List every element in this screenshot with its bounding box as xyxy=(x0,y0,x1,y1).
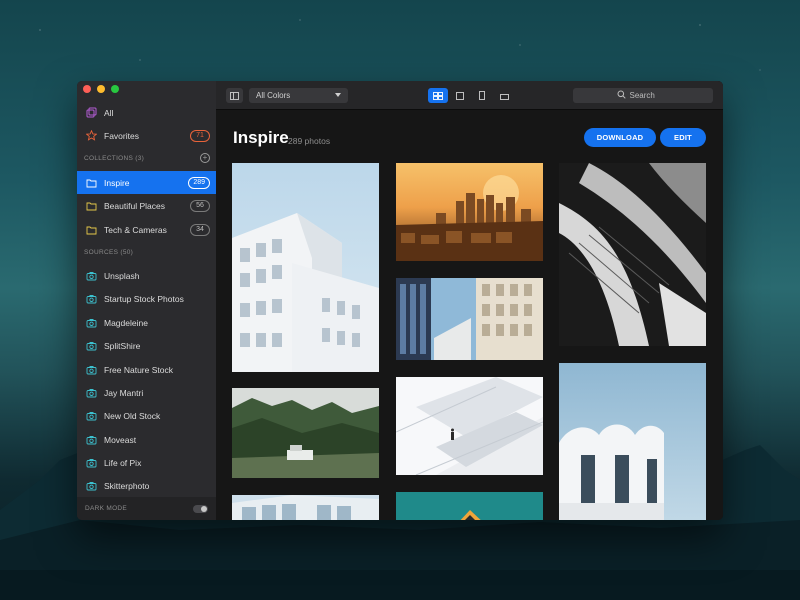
sidebar-item-beautiful-places[interactable]: Beautiful Places 56 xyxy=(77,194,216,217)
folder-icon xyxy=(85,200,97,212)
sidebar-footer: DARK MODE xyxy=(77,497,216,520)
photo-thumbnail-white-arches[interactable] xyxy=(559,363,706,520)
sidebar-source-free-nature-stock[interactable]: Free Nature Stock xyxy=(77,358,216,381)
sidebar-item-label: Tech & Cameras xyxy=(104,224,167,235)
download-button[interactable]: DOWNLOAD xyxy=(584,128,656,147)
camera-icon xyxy=(85,340,97,352)
collection-count-badge: 289 xyxy=(188,176,210,189)
chevron-down-icon xyxy=(335,93,341,97)
camera-icon xyxy=(85,364,97,376)
sidebar-item-label: New Old Stock xyxy=(104,410,161,421)
sidebar-source-startup-stock-photos[interactable]: Startup Stock Photos xyxy=(77,287,216,310)
sidebar-source-new-old-stock[interactable]: New Old Stock xyxy=(77,404,216,427)
sidebar-source-unsplash[interactable]: Unsplash xyxy=(77,264,216,287)
photo-thumbnail-teal-roof[interactable] xyxy=(396,492,543,520)
photo-thumbnail-green-hills[interactable] xyxy=(232,388,379,478)
camera-icon xyxy=(85,270,97,282)
app-window: All Favorites 71 COLLECTIONS (3) + Inspi… xyxy=(77,81,723,520)
photo-thumbnail-city-sunset[interactable] xyxy=(396,163,543,261)
sidebar-item-label: Favorites xyxy=(104,130,139,141)
sidebar-item-all[interactable]: All xyxy=(77,101,216,124)
sidebar-toggle-icon xyxy=(230,87,239,105)
toolbar: All Colors xyxy=(216,81,723,110)
dark-mode-toggle[interactable] xyxy=(193,504,208,513)
favorites-count-badge: 71 xyxy=(190,129,210,142)
view-mode-group xyxy=(428,88,514,103)
sidebar-item-label: Life of Pix xyxy=(104,457,142,468)
minimize-window-button[interactable] xyxy=(97,85,105,93)
photo-thumbnail-white-stairs[interactable] xyxy=(396,377,543,475)
landscape-view-icon xyxy=(499,87,509,105)
photo-count: 289 photos xyxy=(288,136,331,146)
photo-thumbnail-blue-towers[interactable] xyxy=(396,278,543,360)
sidebar-item-inspire[interactable]: Inspire 289 xyxy=(77,171,216,194)
sidebar-item-favorites[interactable]: Favorites 71 xyxy=(77,124,216,147)
folder-icon xyxy=(85,224,97,236)
window-controls xyxy=(83,85,119,93)
add-collection-button[interactable]: + xyxy=(200,153,210,163)
sidebar-item-label: Beautiful Places xyxy=(104,200,165,211)
camera-icon xyxy=(85,457,97,469)
sidebar-source-magdeleine[interactable]: Magdeleine xyxy=(77,311,216,334)
view-grid-button[interactable] xyxy=(428,88,448,103)
sidebar-source-jay-mantri[interactable]: Jay Mantri xyxy=(77,381,216,404)
collection-count-badge: 56 xyxy=(190,199,210,212)
sidebar-item-label: Skitterphoto xyxy=(104,480,150,491)
sidebar-item-label: Jay Mantri xyxy=(104,387,144,398)
dark-mode-label: DARK MODE xyxy=(85,505,128,512)
main-content: All Colors I xyxy=(216,81,723,520)
search-input[interactable] xyxy=(629,91,670,100)
photo-thumbnail-glass-building[interactable] xyxy=(232,495,379,520)
star-icon xyxy=(85,130,97,142)
sidebar-item-tech-cameras[interactable]: Tech & Cameras 34 xyxy=(77,218,216,241)
color-filter-value: All Colors xyxy=(256,91,291,100)
plus-icon: + xyxy=(202,153,208,162)
sidebar-item-label: All xyxy=(104,107,114,118)
camera-icon xyxy=(85,317,97,329)
photo-thumbnail-white-building[interactable] xyxy=(232,163,379,372)
camera-icon xyxy=(85,387,97,399)
edit-button[interactable]: EDIT xyxy=(660,128,706,147)
camera-icon xyxy=(85,480,97,492)
collection-count-badge: 34 xyxy=(190,223,210,236)
sidebar-item-label: Magdeleine xyxy=(104,317,148,328)
search-icon xyxy=(617,90,626,101)
grid-view-icon xyxy=(433,87,443,105)
sidebar-item-label: Free Nature Stock xyxy=(104,364,173,375)
sidebar-item-label: SplitShire xyxy=(104,340,141,351)
portrait-view-icon xyxy=(479,87,485,105)
square-view-icon xyxy=(456,87,464,105)
zoom-window-button[interactable] xyxy=(111,85,119,93)
collections-header: COLLECTIONS (3) xyxy=(84,155,145,162)
sidebar-source-splitshire[interactable]: SplitShire xyxy=(77,334,216,357)
color-filter-select[interactable]: All Colors xyxy=(249,88,348,103)
sidebar-source-moveast[interactable]: Moveast xyxy=(77,428,216,451)
sidebar-item-label: Startup Stock Photos xyxy=(104,293,184,304)
photo-thumbnail-bw-architecture[interactable] xyxy=(559,163,706,346)
camera-icon xyxy=(85,410,97,422)
folder-icon xyxy=(85,177,97,189)
close-window-button[interactable] xyxy=(83,85,91,93)
search-box[interactable] xyxy=(573,88,713,103)
page-title: Inspire xyxy=(233,128,289,147)
view-portrait-button[interactable] xyxy=(472,88,492,103)
sidebar-item-label: Inspire xyxy=(104,177,130,188)
all-photos-icon xyxy=(85,107,97,119)
camera-icon xyxy=(85,434,97,446)
camera-icon xyxy=(85,293,97,305)
sidebar-source-life-of-pix[interactable]: Life of Pix xyxy=(77,451,216,474)
sidebar: All Favorites 71 COLLECTIONS (3) + Inspi… xyxy=(77,81,216,520)
view-square-button[interactable] xyxy=(450,88,470,103)
view-landscape-button[interactable] xyxy=(494,88,514,103)
sidebar-source-skitterphoto[interactable]: Skitterphoto xyxy=(77,474,216,497)
sidebar-item-label: Moveast xyxy=(104,434,137,445)
toggle-sidebar-button[interactable] xyxy=(226,88,243,103)
sidebar-item-label: Unsplash xyxy=(104,270,140,281)
sources-header: SOURCES (50) xyxy=(84,249,134,256)
